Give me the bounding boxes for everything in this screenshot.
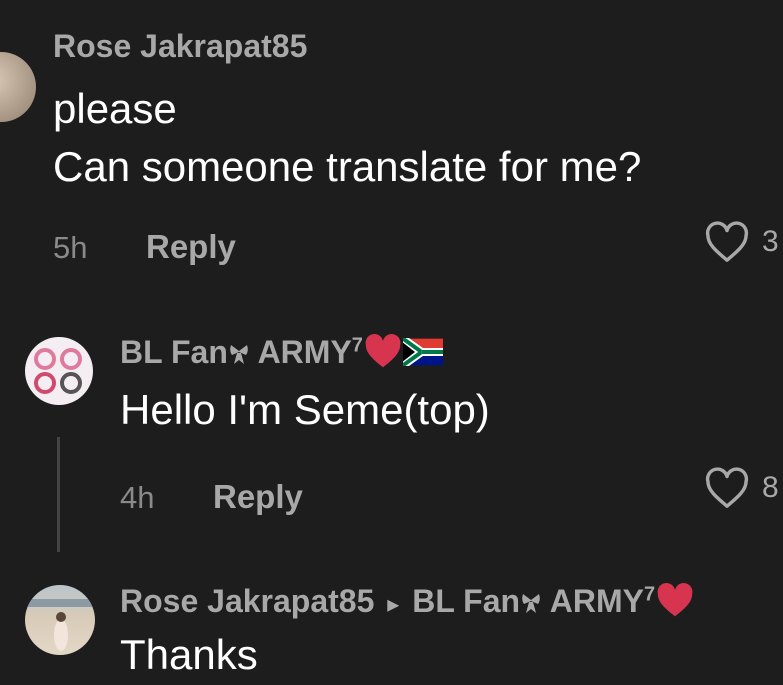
red-heart-emoji-icon	[365, 334, 401, 368]
comment-3-superscript: 7	[643, 583, 656, 606]
comment-2-reply-button[interactable]: Reply	[213, 478, 303, 516]
comment-2-like-button[interactable]: 8	[704, 467, 783, 511]
comment-1-username[interactable]: Rose Jakrapat85	[53, 28, 307, 65]
avatar-art	[34, 348, 82, 394]
comment-1-line-1: please	[53, 85, 177, 132]
avatar-rose-top[interactable]	[0, 52, 36, 122]
comment-1-like-button[interactable]: 3	[704, 221, 783, 265]
comment-2-like-count: 8	[762, 471, 779, 504]
comment-1-line-2: Can someone translate for me?	[53, 143, 642, 190]
heart-outline-icon	[705, 221, 749, 262]
avatar-photo	[25, 599, 95, 651]
thread-line	[57, 437, 60, 552]
comment-1-like-count: 3	[762, 225, 779, 258]
comment-3-username-row[interactable]: Rose Jakrapat85 ▸ BL Fan ARMY7	[120, 582, 695, 620]
comment-1-reply-button[interactable]: Reply	[146, 228, 236, 266]
avatar-bl-fan[interactable]	[25, 337, 93, 405]
comment-3-reply-to: BL Fan	[412, 583, 521, 619]
comment-2-text: Hello I'm Seme(top)	[120, 386, 490, 433]
south-africa-flag-icon	[400, 335, 443, 369]
reply-arrow-icon: ▸	[387, 591, 400, 618]
comment-2-username-suffix: ARMY	[249, 334, 352, 370]
comment-3-username: Rose Jakrapat85	[120, 583, 375, 619]
comment-2-username-row[interactable]: BL Fan ARMY7	[120, 333, 443, 371]
avatar-rose-reply[interactable]	[25, 585, 95, 655]
heart-outline-icon	[705, 467, 749, 508]
comment-2-time: 4h	[120, 480, 155, 515]
comment-1-time: 5h	[53, 230, 88, 265]
red-heart-emoji-icon	[657, 583, 693, 617]
comment-3-text: Thanks	[120, 631, 258, 678]
ribbon-bow-icon	[230, 345, 248, 364]
comment-2-superscript: 7	[351, 334, 363, 357]
comment-2-username: BL Fan	[120, 334, 228, 370]
ribbon-bow-icon	[522, 594, 540, 613]
comment-3-reply-to-suffix: ARMY	[542, 583, 644, 619]
